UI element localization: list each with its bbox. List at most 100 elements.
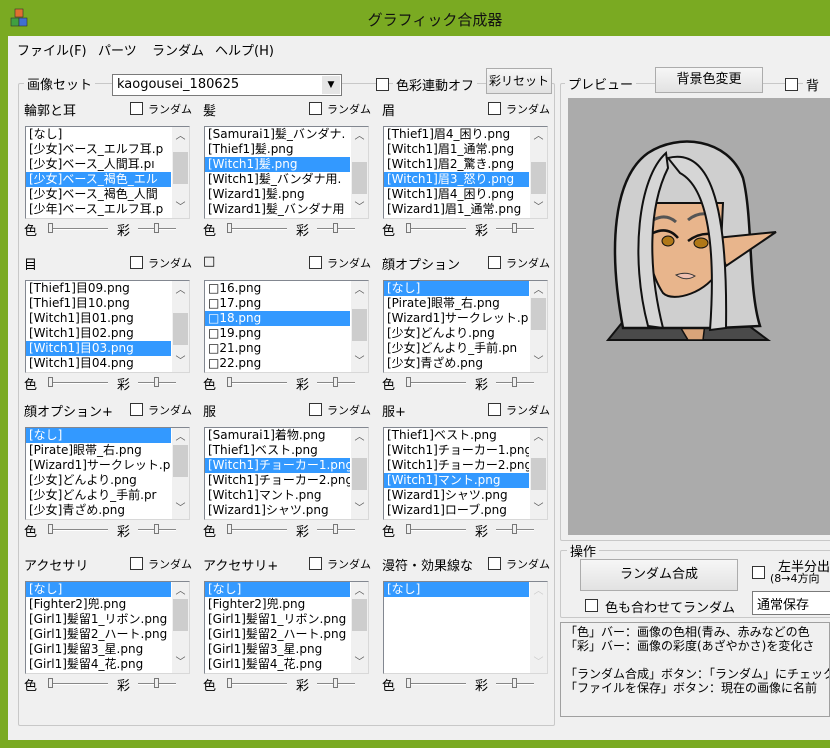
list-item[interactable]: [Thief1]目10.png <box>26 296 171 311</box>
hue-slider-thumb[interactable] <box>406 678 411 688</box>
list-item[interactable]: [Wizard1]サークレット.pr <box>384 311 529 326</box>
scroll-up-icon[interactable]: ︿ <box>530 584 547 600</box>
hue-slider-thumb[interactable] <box>406 223 411 233</box>
scroll-down-icon[interactable]: ﹀ <box>172 200 189 216</box>
random-checkbox[interactable] <box>130 557 143 570</box>
saturation-slider-thumb[interactable] <box>333 678 338 688</box>
color-random-checkbox[interactable] <box>585 599 598 612</box>
scroll-up-icon[interactable]: ︿ <box>172 129 189 145</box>
hue-slider[interactable] <box>48 382 108 384</box>
change-background-button[interactable]: 背景色変更 <box>655 67 763 93</box>
scroll-up-icon[interactable]: ︿ <box>351 430 368 446</box>
scroll-thumb[interactable] <box>173 313 188 345</box>
scroll-thumb[interactable] <box>352 458 367 490</box>
saturation-slider-thumb[interactable] <box>154 223 159 233</box>
hue-slider-thumb[interactable] <box>406 377 411 387</box>
list-item[interactable]: [なし] <box>384 582 529 597</box>
hue-slider-thumb[interactable] <box>406 524 411 534</box>
saturation-slider-thumb[interactable] <box>512 678 517 688</box>
scroll-down-icon[interactable]: ﹀ <box>172 655 189 671</box>
scrollbar[interactable]: ︿ ﹀ <box>172 582 189 673</box>
list-item[interactable]: [Witch1]マント.png <box>384 473 529 488</box>
hue-slider-thumb[interactable] <box>48 678 53 688</box>
scroll-thumb[interactable] <box>173 445 188 477</box>
hue-slider[interactable] <box>406 228 466 230</box>
saturation-slider-thumb[interactable] <box>154 678 159 688</box>
random-checkbox[interactable] <box>488 403 501 416</box>
list-item[interactable]: [Witch1]眉1_通常.png <box>384 142 529 157</box>
list-item[interactable]: [Witch1]眉2_驚き.png <box>384 157 529 172</box>
random-checkbox[interactable] <box>309 557 322 570</box>
list-item[interactable]: □17.png <box>205 296 350 311</box>
list-item[interactable]: [なし] <box>26 582 171 597</box>
list-item[interactable]: □19.png <box>205 326 350 341</box>
list-item[interactable]: [少女]どんより.png <box>26 473 171 488</box>
saturation-slider-thumb[interactable] <box>512 377 517 387</box>
menu-file[interactable]: ファイル(F) <box>17 40 87 59</box>
saturation-slider-thumb[interactable] <box>512 223 517 233</box>
scrollbar[interactable]: ︿ ﹀ <box>172 127 189 218</box>
list-item[interactable]: [Wizard1]シャツ.png <box>384 488 529 503</box>
list-item[interactable]: [Thief1]ベスト.png <box>384 428 529 443</box>
random-checkbox[interactable] <box>309 102 322 115</box>
random-checkbox[interactable] <box>488 557 501 570</box>
random-compose-button[interactable]: ランダム合成 <box>580 559 738 591</box>
part-listbox[interactable]: [なし] [Fighter2]兜.png [Girl1]髪留1_リボン.png [Gi… <box>25 581 190 674</box>
random-checkbox[interactable] <box>130 403 143 416</box>
hue-slider[interactable] <box>227 228 287 230</box>
scroll-down-icon[interactable]: ﹀ <box>172 354 189 370</box>
color-link-off-checkbox[interactable] <box>376 78 389 91</box>
image-set-combo[interactable]: kaogousei_180625 ▼ <box>112 74 342 96</box>
list-item[interactable]: [Witch1]髪.png <box>205 157 350 172</box>
menu-help[interactable]: ヘルプ(H) <box>215 40 274 59</box>
scroll-up-icon[interactable]: ︿ <box>172 584 189 600</box>
scrollbar[interactable]: ︿ ﹀ <box>530 281 547 372</box>
scroll-thumb[interactable] <box>531 162 546 194</box>
list-item[interactable]: □18.png <box>205 311 350 326</box>
part-listbox[interactable]: [Samurai1]着物.png [Thief1]ベスト.png [Witch1]チ… <box>204 427 369 520</box>
list-item[interactable]: [少女]青ざめ.png <box>384 356 529 371</box>
list-item[interactable]: [Witch1]眉3_怒り.png <box>384 172 529 187</box>
list-item[interactable]: [Witch1]目04.png <box>26 356 171 371</box>
hue-slider-thumb[interactable] <box>227 377 232 387</box>
list-item[interactable]: [Girl1]髪留3_星.png <box>205 642 350 657</box>
part-listbox[interactable]: □16.png □17.png □18.png □19.png □21.png □22.p… <box>204 280 369 373</box>
scroll-thumb[interactable] <box>173 152 188 184</box>
random-checkbox[interactable] <box>309 256 322 269</box>
list-item[interactable]: [Samurai1]着物.png <box>205 428 350 443</box>
part-listbox[interactable]: [Thief1]眉4_困り.png [Witch1]眉1_通常.png [Witch… <box>383 126 548 219</box>
list-item[interactable]: [なし] <box>384 281 529 296</box>
part-listbox[interactable]: [なし] [Pirate]眼帯_右.png [Wizard1]サークレット.pr [少… <box>383 280 548 373</box>
scrollbar[interactable]: ︿ ﹀ <box>351 582 368 673</box>
saturation-slider-thumb[interactable] <box>333 377 338 387</box>
part-listbox[interactable]: [なし] [Pirate]眼帯_右.png [Wizard1]サークレット.p [少女… <box>25 427 190 520</box>
scroll-down-icon[interactable]: ﹀ <box>172 501 189 517</box>
saturation-slider-thumb[interactable] <box>333 524 338 534</box>
menu-random[interactable]: ランダム <box>152 40 204 59</box>
scrollbar[interactable]: ︿ ﹀ <box>172 281 189 372</box>
part-listbox[interactable]: [Thief1]ベスト.png [Witch1]チョーカー1.png [Witch1… <box>383 427 548 520</box>
hue-slider[interactable] <box>48 228 108 230</box>
list-item[interactable]: [少女]どんより_手前.pr <box>26 488 171 503</box>
list-item[interactable]: [少女]ベース_エルフ耳.p <box>26 142 171 157</box>
random-checkbox[interactable] <box>130 102 143 115</box>
hue-slider-thumb[interactable] <box>227 223 232 233</box>
list-item[interactable]: [Witch1]眉4_困り.png <box>384 187 529 202</box>
background-checkbox[interactable] <box>785 78 798 91</box>
list-item[interactable]: [Wizard1]サークレット.p <box>26 458 171 473</box>
list-item[interactable]: [Wizard1]シャツ.png <box>205 503 350 518</box>
list-item[interactable]: [少女]どんより_手前.pn <box>384 341 529 356</box>
list-item[interactable]: [Witch1]チョーカー1.png <box>384 443 529 458</box>
list-item[interactable]: [なし] <box>26 127 171 142</box>
scroll-thumb[interactable] <box>173 599 188 631</box>
list-item[interactable]: [少女]ベース_褐色_エル <box>26 172 171 187</box>
hue-slider-thumb[interactable] <box>48 524 53 534</box>
list-item[interactable]: [Girl1]髪留2_ハート.png <box>205 627 350 642</box>
scrollbar[interactable]: ︿ ﹀ <box>530 127 547 218</box>
list-item[interactable]: [少女]ベース_人間耳.pı <box>26 157 171 172</box>
scrollbar[interactable]: ︿ ﹀ <box>172 428 189 519</box>
menu-parts[interactable]: パーツ <box>98 40 137 59</box>
list-item[interactable]: [Girl1]髪留2_ハート.png <box>26 627 171 642</box>
list-item[interactable]: [少年]ベース_エルフ耳.p <box>26 202 171 217</box>
scroll-thumb[interactable] <box>352 309 367 341</box>
